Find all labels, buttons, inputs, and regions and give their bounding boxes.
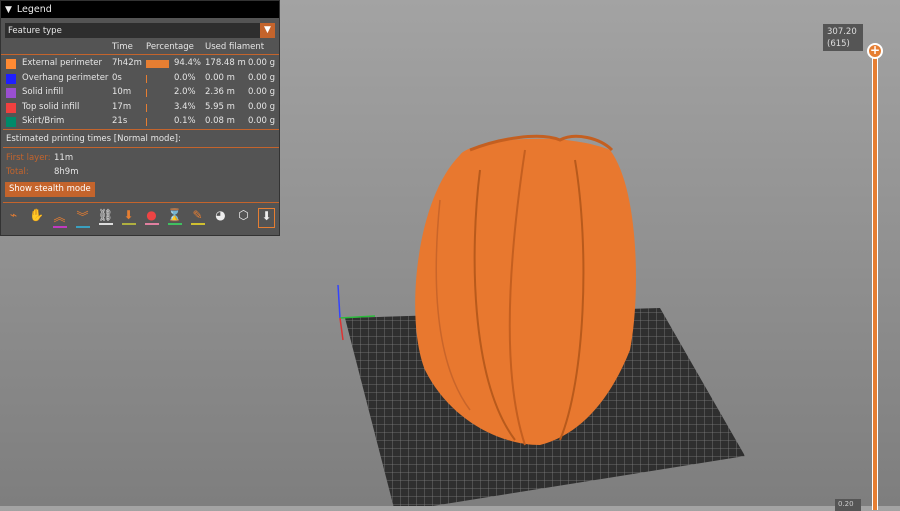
feature-weight: 0.00 g <box>248 87 276 97</box>
color-swatch <box>6 73 16 84</box>
travel-icon[interactable]: ⌁ <box>5 208 22 228</box>
divider <box>3 202 279 203</box>
color-swatch <box>6 88 16 98</box>
header-filament: Used filament <box>205 42 265 52</box>
legend-row[interactable]: External perimeter 7h42m 94.4% 178.48 m … <box>1 58 279 72</box>
tool-marker-icon[interactable]: ⬇ <box>258 208 275 228</box>
legend-header[interactable]: ▼ Legend <box>1 1 279 18</box>
printed-model <box>415 134 636 446</box>
feature-time: 0s <box>112 72 122 83</box>
shells-icon[interactable]: ⬡ <box>235 208 252 228</box>
feature-percentage: 94.4% <box>174 58 202 68</box>
feature-name: Solid infill <box>22 87 64 97</box>
retractions-icon[interactable]: ︽ <box>51 208 68 228</box>
feature-name: External perimeter <box>22 58 103 68</box>
wipe-icon[interactable]: ✋ <box>28 208 45 228</box>
tool-changes-icon[interactable]: ⬇ <box>120 208 137 228</box>
total-label: Total: <box>6 167 29 177</box>
percentage-bar <box>146 118 147 126</box>
top-layer: (615) <box>827 39 850 49</box>
header-percentage: Percentage <box>146 42 194 52</box>
divider <box>3 147 279 148</box>
header-time: Time <box>112 42 133 52</box>
pause-icon[interactable]: ⌛ <box>166 208 183 228</box>
percentage-bar <box>146 60 169 68</box>
legend-row[interactable]: Top solid infill 17m 3.4% 5.95 m 0.00 g <box>1 102 279 116</box>
feature-percentage: 0.1% <box>174 116 196 126</box>
layer-slider-top-label: 307.20 (615) <box>823 24 863 51</box>
layer-slider[interactable] <box>872 50 878 510</box>
percentage-bar <box>146 74 147 83</box>
feature-weight: 0.00 g <box>248 58 276 68</box>
chevron-down-icon[interactable]: ▼ <box>260 23 275 38</box>
collapse-triangle-icon[interactable]: ▼ <box>5 5 12 15</box>
feature-weight: 0.00 g <box>248 72 276 83</box>
feature-length: 178.48 m <box>205 58 246 68</box>
color-swatch <box>6 59 16 69</box>
estimated-times-label: Estimated printing times [Normal mode]: <box>6 134 181 144</box>
view-type-select[interactable]: Feature type ▼ <box>5 23 275 38</box>
feature-weight: 0.00 g <box>248 101 276 112</box>
feature-name: Overhang perimeter <box>22 72 109 83</box>
custom-gcode-icon[interactable]: ✎ <box>189 208 206 228</box>
percentage-bar <box>146 103 147 112</box>
show-stealth-mode-button[interactable]: Show stealth mode <box>5 182 95 197</box>
color-changes-icon[interactable]: ● <box>143 208 160 228</box>
feature-percentage: 3.4% <box>174 101 196 112</box>
legend-row[interactable]: Overhang perimeter 0s 0.0% 0.00 m 0.00 g <box>1 73 279 87</box>
feature-length: 0.00 m <box>205 72 235 83</box>
deretractions-icon[interactable]: ︾ <box>74 208 91 228</box>
legend-row[interactable]: Skirt/Brim 21s 0.1% 0.08 m 0.00 g <box>1 116 279 130</box>
feature-percentage: 0.0% <box>174 72 196 83</box>
first-layer-label: First layer: <box>6 153 51 163</box>
first-layer-time: 11m <box>54 153 74 163</box>
total-time: 8h9m <box>54 167 79 177</box>
feature-time: 10m <box>112 87 132 97</box>
feature-weight: 0.00 g <box>248 116 276 126</box>
divider <box>3 129 279 130</box>
legend-panel: ▼ Legend Feature type ▼ Time Percentage Us… <box>0 0 280 236</box>
center-of-gravity-icon[interactable]: ◕ <box>212 208 229 228</box>
legend-row[interactable]: Solid infill 10m 2.0% 2.36 m 0.00 g <box>1 87 279 101</box>
feature-length: 5.95 m <box>205 101 235 112</box>
color-swatch <box>6 117 16 127</box>
layer-slider-bottom-label: 0.20 <box>835 499 861 511</box>
feature-time: 21s <box>112 116 128 126</box>
top-height: 307.20 <box>827 27 857 37</box>
legend-table-header: Time Percentage Used filament <box>1 42 279 55</box>
percentage-bar <box>146 89 147 97</box>
color-swatch <box>6 102 16 113</box>
feature-length: 2.36 m <box>205 87 235 97</box>
feature-name: Top solid infill <box>22 101 80 112</box>
feature-time: 17m <box>112 101 132 112</box>
view-type-value: Feature type <box>8 25 62 36</box>
legend-title: Legend <box>16 4 52 15</box>
feature-percentage: 2.0% <box>174 87 196 97</box>
layer-slider-top-thumb[interactable]: + <box>867 43 883 59</box>
feature-length: 0.08 m <box>205 116 235 126</box>
feature-name: Skirt/Brim <box>22 116 65 126</box>
seams-icon[interactable]: ⛓ <box>97 208 114 228</box>
feature-time: 7h42m <box>112 58 142 68</box>
